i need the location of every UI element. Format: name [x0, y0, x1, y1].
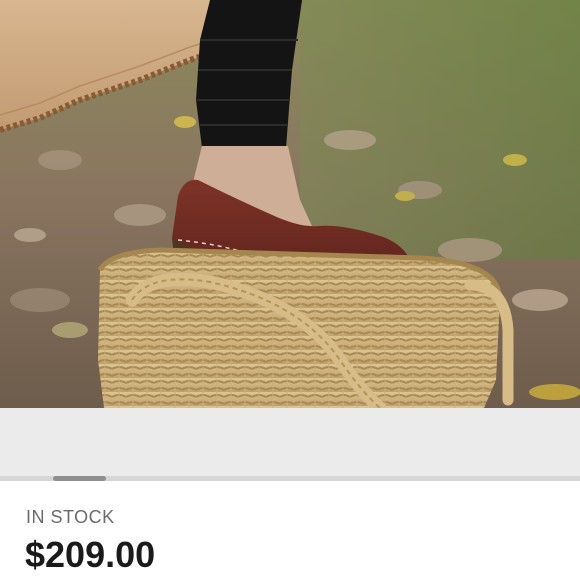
- product-price: $209.00: [25, 534, 156, 575]
- gallery-scrollbar-thumb[interactable]: [53, 476, 106, 481]
- product-image[interactable]: [0, 0, 580, 408]
- stock-status: IN STOCK: [26, 507, 115, 527]
- image-gallery-strip: [0, 408, 580, 480]
- gallery-scrollbar[interactable]: [0, 476, 580, 481]
- product-page: IN STOCK $209.00: [0, 0, 580, 580]
